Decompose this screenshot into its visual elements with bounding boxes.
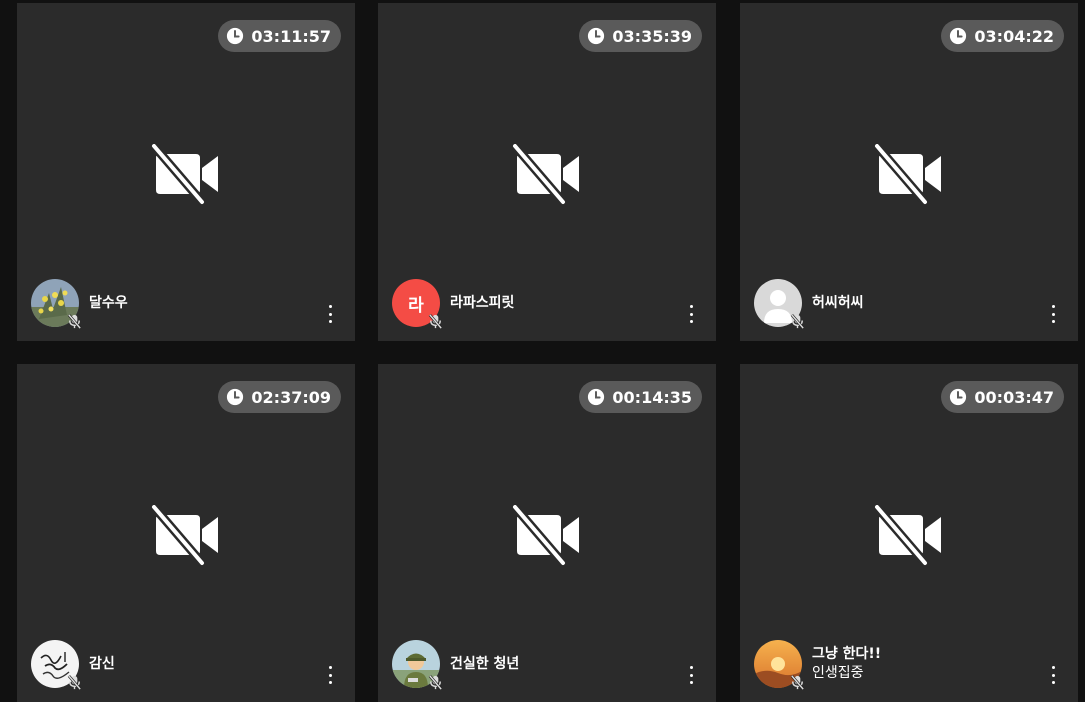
more-vertical-icon [689,305,693,308]
participant-info: 그냥 한다!! 인생집중 [754,640,882,691]
avatar [754,279,805,330]
participant-info: 라 라파스피릿 [392,279,515,330]
avatar [31,279,82,330]
more-options-button[interactable] [1046,305,1060,323]
more-options-button[interactable] [323,305,337,323]
participant-info: 달수우 [31,279,128,330]
more-options-button[interactable] [684,666,698,684]
avatar: 라 [392,279,443,330]
participant-tile[interactable]: 03:11:57 달수우 [17,3,355,341]
timer-text: 02:37:09 [251,387,331,407]
participant-name: 건실한 청년 [450,655,520,672]
mic-off-icon [66,674,83,691]
video-off-icon [150,505,222,567]
timer-text: 03:11:57 [251,26,331,46]
avatar [754,640,805,691]
more-options-button[interactable] [323,666,337,684]
more-vertical-icon [1051,305,1055,308]
more-vertical-icon [689,666,693,669]
participant-tile[interactable]: 03:35:39 라 라파스피릿 [378,3,716,341]
participant-tile[interactable]: 03:04:22 허씨허씨 [740,3,1078,341]
session-timer: 00:14:35 [579,381,702,413]
participant-name: 감신 [89,655,115,672]
video-off-icon [150,144,222,206]
participant-tile[interactable]: 00:14:35 건실한 청년 [378,364,716,702]
participant-name: 달수우 [89,294,128,311]
mic-off-icon [789,674,806,691]
mic-off-icon [427,674,444,691]
session-timer: 03:04:22 [941,20,1064,52]
timer-text: 03:04:22 [974,26,1054,46]
mic-off-icon [66,313,83,330]
clock-icon [226,27,244,45]
timer-text: 03:35:39 [612,26,692,46]
participant-tile[interactable]: 00:03:47 그냥 한다!! 인생집중 [740,364,1078,702]
avatar [392,640,443,691]
participant-name: 라파스피릿 [450,294,515,311]
more-options-button[interactable] [684,305,698,323]
session-timer: 03:11:57 [218,20,341,52]
clock-icon [587,27,605,45]
video-off-icon [873,144,945,206]
more-vertical-icon [328,305,332,308]
participant-info: 건실한 청년 [392,640,520,691]
session-timer: 00:03:47 [941,381,1064,413]
participant-tile[interactable]: 02:37:09 감신 [17,364,355,702]
video-off-icon [511,505,583,567]
video-grid: 03:11:57 달수우 03:35:39 라 라파스피릿 03:04:22 허… [0,0,1085,702]
participant-info: 허씨허씨 [754,279,864,330]
mic-off-icon [427,313,444,330]
clock-icon [949,27,967,45]
participant-info: 감신 [31,640,115,691]
timer-text: 00:03:47 [974,387,1054,407]
participant-name: 허씨허씨 [812,294,864,311]
participant-name: 그냥 한다!! [812,646,882,662]
more-vertical-icon [328,666,332,669]
mic-off-icon [789,313,806,330]
more-vertical-icon [1051,666,1055,669]
clock-icon [949,388,967,406]
session-timer: 02:37:09 [218,381,341,413]
timer-text: 00:14:35 [612,387,692,407]
more-options-button[interactable] [1046,666,1060,684]
clock-icon [587,388,605,406]
session-timer: 03:35:39 [579,20,702,52]
participant-status: 인생집중 [812,665,864,681]
avatar [31,640,82,691]
video-off-icon [511,144,583,206]
video-off-icon [873,505,945,567]
clock-icon [226,388,244,406]
